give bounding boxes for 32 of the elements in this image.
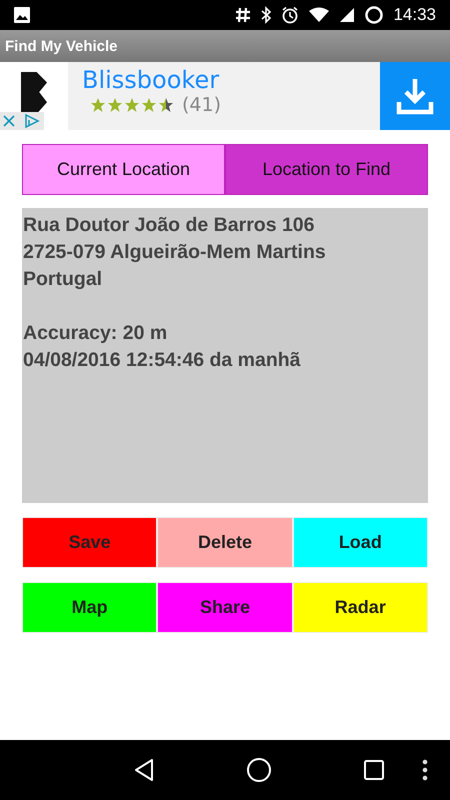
home-icon[interactable] [246, 757, 272, 783]
logo-icon [21, 72, 47, 114]
ad-title: Blissbooker [82, 66, 220, 94]
hash-icon [235, 6, 252, 24]
ad-choices-icon[interactable] [0, 112, 44, 130]
action-button[interactable]: Radar [292, 582, 428, 633]
action-button[interactable]: Save [22, 517, 158, 568]
accuracy-text: Accuracy: 20 m [23, 321, 168, 346]
more-icon[interactable] [422, 759, 428, 781]
action-button[interactable]: Share [157, 582, 293, 633]
download-button[interactable] [380, 62, 450, 130]
loading-icon [364, 5, 384, 25]
wifi-icon [308, 7, 330, 23]
recents-icon[interactable] [362, 759, 385, 781]
action-button[interactable]: Delete [157, 517, 293, 568]
address-line: Portugal [23, 267, 104, 292]
rating-count: (41) [182, 94, 222, 116]
back-icon[interactable] [133, 758, 156, 782]
signal-icon [339, 7, 356, 23]
address-line: Rua Doutor João de Barros 106 [23, 213, 316, 238]
alarm-icon [281, 6, 300, 24]
download-icon [395, 76, 435, 116]
clock: 14:33 [393, 5, 436, 25]
timestamp-text: 04/08/2016 12:54:46 da manhã [23, 348, 302, 373]
tab[interactable]: Location to Find [225, 144, 428, 195]
window-title: Find My Vehicle [5, 38, 118, 54]
tab[interactable]: Current Location [22, 144, 225, 195]
bluetooth-icon [260, 6, 272, 24]
action-button[interactable]: Load [292, 517, 428, 568]
address-line: 2725-079 Algueirão-Mem Martins [23, 240, 327, 265]
image-icon [13, 6, 31, 24]
action-button[interactable]: Map [22, 582, 158, 633]
